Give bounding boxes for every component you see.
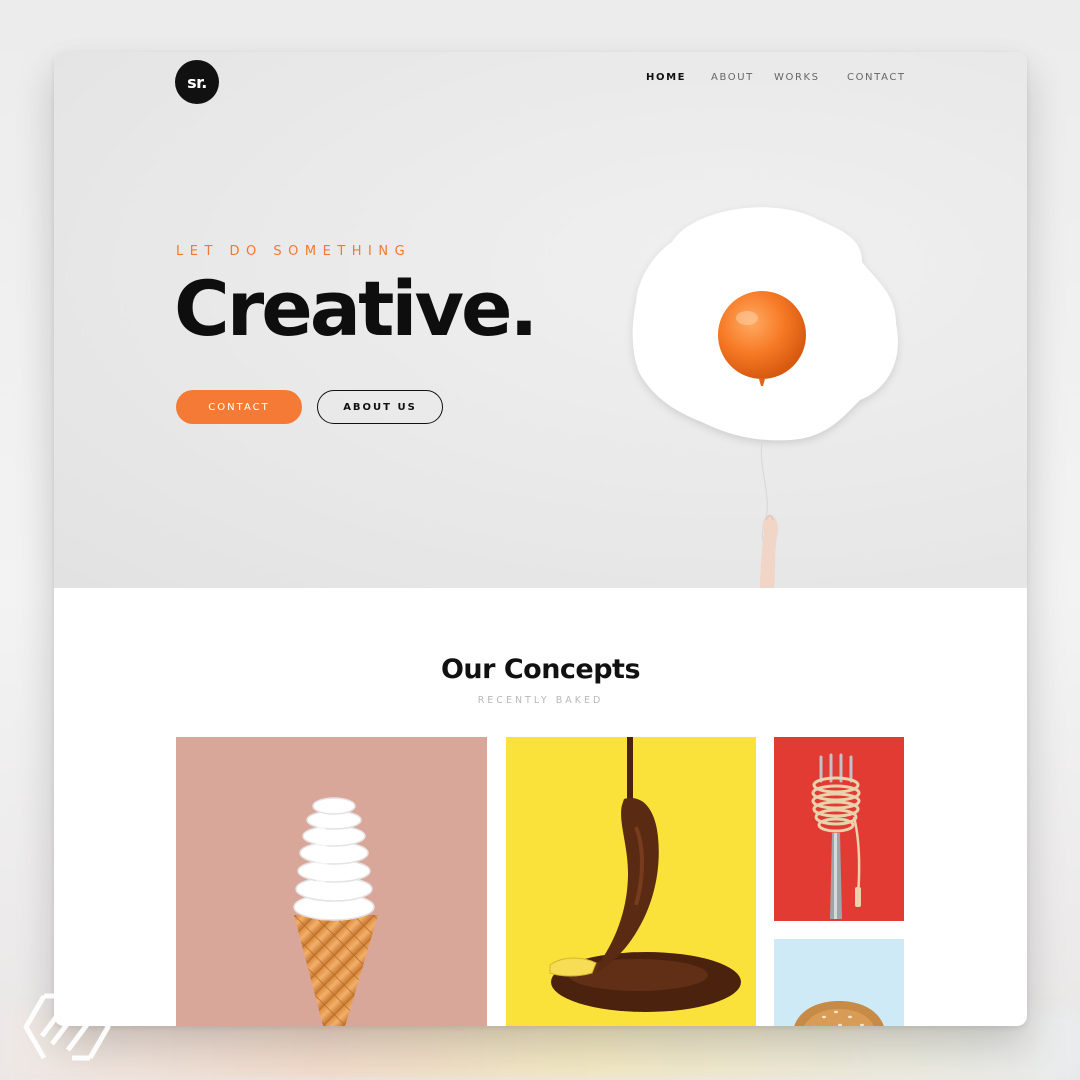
website-mockup: sr. HOME ABOUT WORKS CONTACT LET DO SOME… (54, 52, 1027, 1026)
lightbulb-icecream-illustration (293, 797, 378, 1026)
nav-works[interactable]: WORKS (774, 72, 820, 83)
brand-mark-logo (23, 993, 111, 1061)
spaghetti-fork-illustration (811, 753, 861, 919)
contact-button[interactable]: CONTACT (176, 390, 302, 424)
concepts-title: Our Concepts (440, 654, 641, 685)
hero-section: sr. HOME ABOUT WORKS CONTACT LET DO SOME… (54, 52, 1027, 588)
nav-contact[interactable]: CONTACT (847, 72, 906, 83)
concept-tile-burger[interactable] (774, 939, 904, 1026)
concept-tile-icecream[interactable] (176, 737, 487, 1026)
nav-home[interactable]: HOME (646, 72, 686, 83)
concept-tile-fork[interactable] (774, 737, 904, 921)
about-us-button[interactable]: ABOUT US (317, 390, 443, 424)
hero-eyebrow: LET DO SOMETHING (176, 244, 412, 259)
hero-headline: Creative. (174, 264, 538, 353)
chocolate-banana-illustration (549, 737, 741, 1012)
burger-illustration (794, 1001, 884, 1026)
main-nav: HOME ABOUT WORKS CONTACT (54, 72, 1027, 88)
egg-balloon-illustration (632, 207, 898, 588)
nav-about[interactable]: ABOUT (711, 72, 754, 83)
concepts-subtitle: RECENTLY BAKED (477, 695, 604, 706)
concept-tile-banana[interactable] (506, 737, 756, 1026)
